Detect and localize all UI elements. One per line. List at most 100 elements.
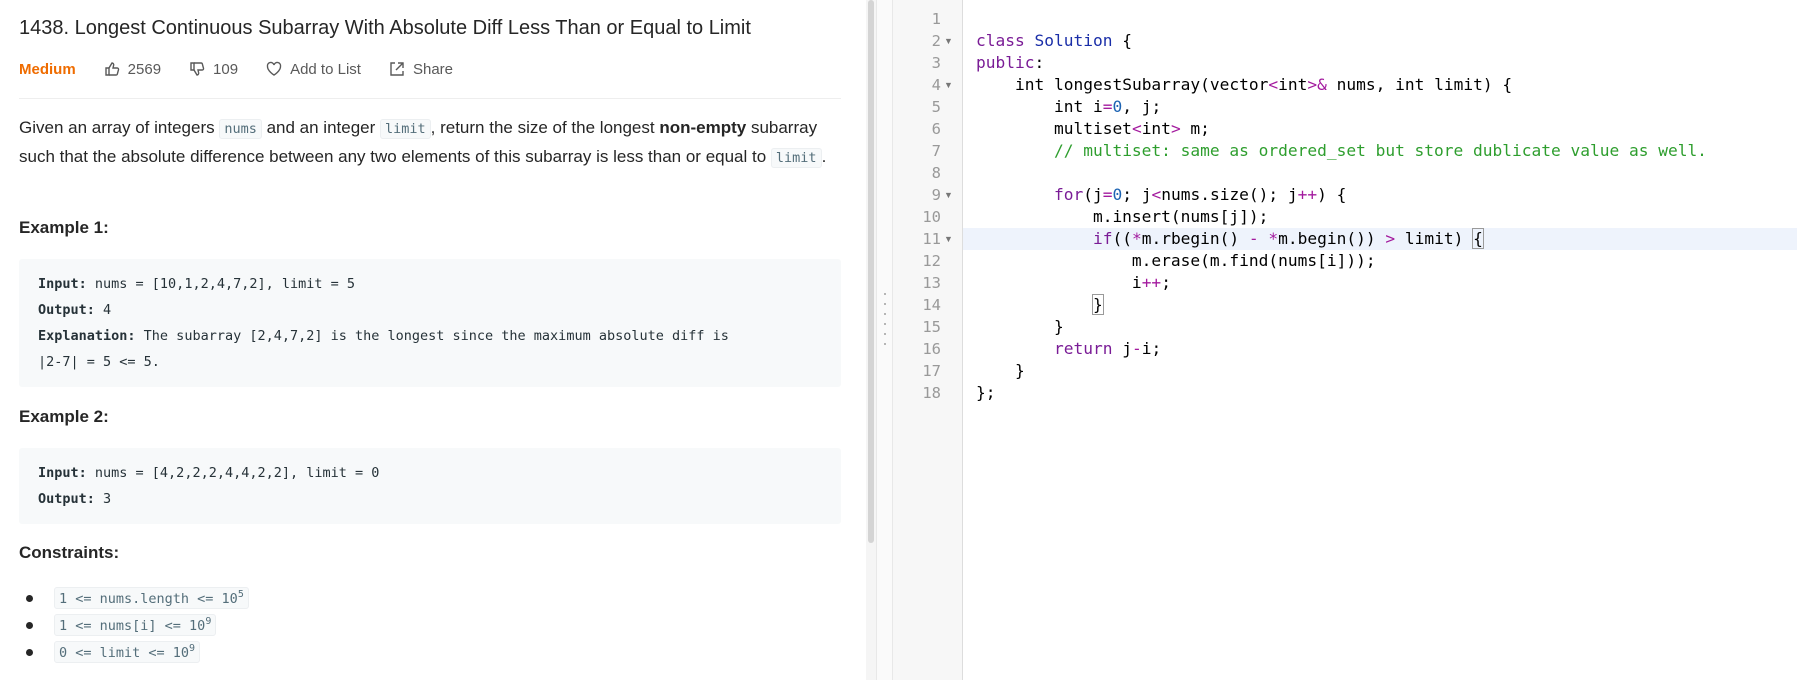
constraint-text: 0 <= limit <= 10 (59, 644, 190, 661)
constraint-text: 1 <= nums.length <= 10 (59, 590, 238, 607)
code-line[interactable]: for(j=0; j<nums.size(); j++) { (976, 184, 1346, 206)
code-line[interactable]: // multiset: same as ordered_set but sto… (976, 140, 1707, 162)
share-icon (390, 62, 404, 76)
example-1-heading: Example 1: (19, 218, 109, 237)
line-number: 9 (931, 186, 941, 204)
input-value: nums = [10,1,2,4,7,2], limit = 5 (86, 276, 355, 292)
like-button[interactable]: 2569 (104, 61, 161, 78)
line-number: 5 (931, 98, 941, 116)
code-line[interactable]: }; (976, 382, 996, 404)
drag-dot (884, 323, 886, 325)
output-value: 4 (94, 302, 112, 318)
list-item: 0 <= limit <= 109 (26, 638, 249, 665)
constraint-text: 1 <= nums[i] <= 10 (59, 617, 206, 634)
fold-toggle-icon[interactable]: ▼ (944, 74, 953, 96)
constraint-code: 1 <= nums.length <= 105 (54, 586, 249, 609)
code-line[interactable] (976, 162, 986, 184)
line-number: 17 (922, 362, 941, 380)
code-line[interactable]: int longestSubarray(vector<int>& nums, i… (976, 74, 1512, 96)
add-to-list-label: Add to List (290, 60, 361, 78)
fold-toggle-icon[interactable]: ▼ (944, 228, 953, 250)
line-number: 6 (931, 120, 941, 138)
constraints-list: 1 <= nums.length <= 105 1 <= nums[i] <= … (26, 584, 249, 665)
line-number: 12 (922, 252, 941, 270)
line-number: 2 (931, 32, 941, 50)
fold-toggle-icon[interactable]: ▼ (944, 30, 953, 52)
statement-text: Given an array of integers (19, 118, 220, 137)
inline-code: nums (219, 119, 262, 139)
code-line[interactable]: i++; (976, 272, 1171, 294)
divider (19, 98, 841, 99)
difficulty-badge: Medium (19, 60, 76, 78)
code-line[interactable]: m.erase(m.find(nums[i])); (976, 250, 1376, 272)
inline-code: limit (770, 148, 822, 168)
description-scrollbar[interactable] (866, 0, 876, 680)
code-line[interactable]: } (976, 316, 1064, 338)
line-number: 1 (931, 10, 941, 28)
statement-text: , return the size of the longest (430, 118, 660, 137)
line-number: 10 (922, 208, 941, 226)
code-line[interactable]: m.insert(nums[j]); (976, 206, 1268, 228)
code-line[interactable]: return j-i; (976, 338, 1161, 360)
dislike-button[interactable]: 109 (189, 61, 238, 78)
problem-statement: Given an array of integers nums and an i… (19, 114, 841, 172)
constraint-code: 0 <= limit <= 109 (54, 640, 201, 663)
drag-dot (884, 333, 886, 335)
line-number: 11 (922, 230, 941, 248)
add-to-list-button[interactable]: Add to List (266, 61, 361, 78)
input-value: nums = [4,2,2,2,4,4,2,2], limit = 0 (86, 465, 380, 481)
dislike-count: 109 (213, 60, 239, 78)
drag-dot (884, 293, 886, 295)
problem-description-panel: 1438. Longest Continuous Subarray With A… (0, 0, 866, 680)
code-line[interactable]: class Solution { (976, 30, 1132, 52)
constraint-code: 1 <= nums[i] <= 109 (54, 613, 217, 636)
explanation-label: Explanation: (38, 328, 136, 344)
example-2-heading: Example 2: (19, 407, 109, 426)
input-label: Input: (38, 276, 87, 292)
line-number: 7 (931, 142, 941, 160)
thumbs-up-icon (104, 62, 119, 76)
problem-title: 1438. Longest Continuous Subarray With A… (19, 17, 751, 39)
constraint-exponent: 5 (237, 588, 244, 600)
code-editor[interactable]: 1 2 ▼ 3 4 ▼ 5 6 7 8 9 ▼ 10 11 ▼ 12 13 14 15 16 17 18 class So… (893, 0, 1797, 680)
drag-dot (884, 343, 886, 345)
scrollbar-thumb[interactable] (868, 0, 874, 543)
panel-resize-handle[interactable] (876, 0, 893, 680)
line-number: 8 (931, 164, 941, 182)
line-number: 18 (922, 384, 941, 402)
output-label: Output: (38, 302, 95, 318)
statement-text: . (821, 147, 827, 166)
explanation-value: |2-7| = 5 <= 5. (38, 354, 160, 370)
inline-code: limit (380, 119, 431, 139)
code-line[interactable]: multiset<int> m; (976, 118, 1210, 140)
statement-bold: non-empty (659, 118, 747, 137)
problem-meta-bar: Medium 2569 109 Add to List Share (19, 58, 481, 80)
output-value: 3 (94, 491, 112, 507)
line-number: 14 (922, 296, 941, 314)
list-item: 1 <= nums[i] <= 109 (26, 611, 249, 638)
heart-icon (266, 61, 282, 76)
constraint-exponent: 9 (205, 615, 212, 627)
code-line[interactable]: public: (976, 52, 1044, 74)
example-2-block: Input: nums = [4,2,2,2,4,4,2,2], limit =… (19, 448, 841, 524)
line-number: 15 (922, 318, 941, 336)
code-line[interactable]: if((*m.rbegin() - *m.begin()) > limit) { (976, 228, 1484, 250)
list-item: 1 <= nums.length <= 105 (26, 584, 249, 611)
constraints-heading: Constraints: (19, 543, 120, 562)
explanation-value: The subarray [2,4,7,2] is the longest si… (135, 328, 729, 344)
constraint-exponent: 9 (189, 642, 196, 654)
like-count: 2569 (127, 60, 162, 78)
code-line[interactable]: } (976, 360, 1025, 382)
input-label: Input: (38, 465, 87, 481)
example-1-block: Input: nums = [10,1,2,4,7,2], limit = 5 … (19, 259, 841, 387)
thumbs-down-icon (190, 62, 205, 76)
fold-toggle-icon[interactable]: ▼ (944, 184, 953, 206)
share-button[interactable]: Share (389, 61, 453, 78)
code-line[interactable]: } (976, 294, 1104, 316)
line-number: 3 (931, 54, 941, 72)
line-number-gutter: 1 2 ▼ 3 4 ▼ 5 6 7 8 9 ▼ 10 11 ▼ 12 13 14 15 16 17 18 (893, 0, 963, 680)
statement-text: and an integer (261, 118, 380, 137)
drag-dot (884, 313, 886, 315)
drag-dot (884, 303, 886, 305)
code-line[interactable]: int i=0, j; (976, 96, 1161, 118)
